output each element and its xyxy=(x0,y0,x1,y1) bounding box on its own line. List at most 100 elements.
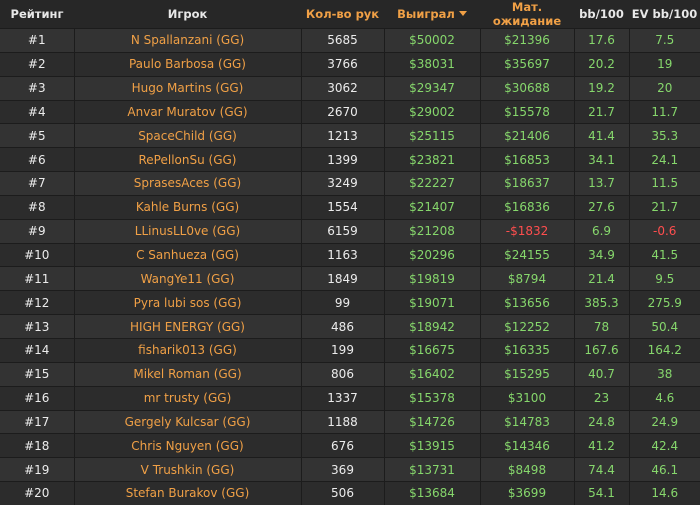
player-name[interactable]: WangYe11 (GG) xyxy=(73,266,301,291)
evbb100-value: 24.1 xyxy=(628,147,700,172)
rank-cell: #7 xyxy=(0,171,74,196)
player-name[interactable]: Paulo Barbosa (GG) xyxy=(73,51,301,77)
won-amount: $13684 xyxy=(383,481,480,505)
ev-amount: $15578 xyxy=(479,99,574,124)
table-row[interactable]: #10 C Sanhueza (GG) 1163 $20296 $24155 34.9 41… xyxy=(0,242,700,267)
hands-count: 506 xyxy=(300,481,384,505)
column-header-hands[interactable]: Кол-во рук xyxy=(301,0,384,29)
player-name[interactable]: Gergely Kulcsar (GG) xyxy=(73,409,301,434)
bb100-value: 34.1 xyxy=(573,147,629,172)
evbb100-value: 11.5 xyxy=(628,171,700,196)
player-name[interactable]: V Trushkin (GG) xyxy=(73,457,301,482)
player-name[interactable]: fisharik013 (GG) xyxy=(73,337,301,363)
player-name[interactable]: mr trusty (GG) xyxy=(73,385,301,410)
rank-cell: #4 xyxy=(0,99,74,124)
table-row[interactable]: #14 fisharik013 (GG) 199 $16675 $16335 167.6 1… xyxy=(0,337,700,363)
ev-amount: -$1832 xyxy=(479,218,574,244)
ev-amount: $24155 xyxy=(479,242,574,267)
table-row[interactable]: #6 RePellonSu (GG) 1399 $23821 $16853 34.1 24.… xyxy=(0,147,700,172)
ev-amount: $3699 xyxy=(479,481,574,505)
table-row[interactable]: #3 Hugo Martins (GG) 3062 $29347 $30688 19.2 2… xyxy=(0,75,700,101)
ev-amount: $14783 xyxy=(479,409,574,434)
ev-amount: $15295 xyxy=(479,361,574,387)
hands-count: 6159 xyxy=(300,218,384,244)
rank-cell: #18 xyxy=(0,433,74,458)
table-row[interactable]: #11 WangYe11 (GG) 1849 $19819 $8794 21.4 9.5 xyxy=(0,266,700,291)
table-row[interactable]: #13 HIGH ENERGY (GG) 486 $18942 $12252 78 50.4 xyxy=(0,314,700,339)
rank-cell: #14 xyxy=(0,337,74,363)
column-header-bb100-label: bb/100 xyxy=(579,7,624,21)
column-header-bb100[interactable]: bb/100 xyxy=(574,0,629,29)
player-name[interactable]: Mikel Roman (GG) xyxy=(73,361,301,387)
hands-count: 3062 xyxy=(300,75,384,101)
column-header-won-label: Выиграл xyxy=(397,7,455,21)
player-name[interactable]: Hugo Martins (GG) xyxy=(73,75,301,101)
player-name[interactable]: SprasesAces (GG) xyxy=(73,171,301,196)
table-row[interactable]: #15 Mikel Roman (GG) 806 $16402 $15295 40.7 38 xyxy=(0,361,700,387)
table-row[interactable]: #17 Gergely Kulcsar (GG) 1188 $14726 $14783 2… xyxy=(0,409,700,434)
player-name[interactable]: N Spallanzani (GG) xyxy=(73,28,301,53)
ev-amount: $8794 xyxy=(479,266,574,291)
player-name[interactable]: SpaceChild (GG) xyxy=(73,123,301,148)
column-header-ev[interactable]: Мат. ожидание xyxy=(480,0,574,29)
table-row[interactable]: #5 SpaceChild (GG) 1213 $25115 $21406 41.4 35.… xyxy=(0,123,700,148)
table-row[interactable]: #2 Paulo Barbosa (GG) 3766 $38031 $35697 20.2… xyxy=(0,51,700,77)
table-row[interactable]: #19 V Trushkin (GG) 369 $13731 $8498 74.4 46.1 xyxy=(0,457,700,482)
table-row[interactable]: #9 LLinusLL0ve (GG) 6159 $21208 -$1832 6.9 -0.… xyxy=(0,218,700,244)
won-amount: $20296 xyxy=(383,242,480,267)
rank-cell: #20 xyxy=(0,481,74,505)
rank-cell: #15 xyxy=(0,361,74,387)
player-name[interactable]: RePellonSu (GG) xyxy=(73,147,301,172)
table-row[interactable]: #4 Anvar Muratov (GG) 2670 $29002 $15578 21.7… xyxy=(0,99,700,124)
won-amount: $13731 xyxy=(383,457,480,482)
bb100-value: 20.2 xyxy=(573,51,629,77)
player-name[interactable]: Stefan Burakov (GG) xyxy=(73,481,301,505)
bb100-value: 54.1 xyxy=(573,481,629,505)
ev-amount: $16853 xyxy=(479,147,574,172)
column-header-rank[interactable]: Рейтинг xyxy=(0,0,74,29)
column-header-hands-label: Кол-во рук xyxy=(305,7,380,21)
bb100-value: 27.6 xyxy=(573,194,629,220)
won-amount: $29347 xyxy=(383,75,480,101)
won-amount: $18942 xyxy=(383,314,480,339)
player-name[interactable]: C Sanhueza (GG) xyxy=(73,242,301,267)
bb100-value: 17.6 xyxy=(573,28,629,53)
table-row[interactable]: #8 Kahle Burns (GG) 1554 $21407 $16836 27.6 21… xyxy=(0,194,700,220)
player-name[interactable]: Kahle Burns (GG) xyxy=(73,194,301,220)
player-name[interactable]: Pyra lubi sos (GG) xyxy=(73,290,301,315)
table-row[interactable]: #1 N Spallanzani (GG) 5685 $50002 $21396 17.6… xyxy=(0,28,700,53)
evbb100-value: 21.7 xyxy=(628,194,700,220)
evbb100-value: 41.5 xyxy=(628,242,700,267)
table-row[interactable]: #7 SprasesAces (GG) 3249 $22227 $18637 13.7 11… xyxy=(0,171,700,196)
bb100-value: 21.4 xyxy=(573,266,629,291)
rank-cell: #16 xyxy=(0,385,74,410)
evbb100-value: 9.5 xyxy=(628,266,700,291)
player-name[interactable]: Chris Nguyen (GG) xyxy=(73,433,301,458)
won-amount: $15378 xyxy=(383,385,480,410)
player-name[interactable]: Anvar Muratov (GG) xyxy=(73,99,301,124)
table-row[interactable]: #18 Chris Nguyen (GG) 676 $13915 $14346 41.2 4… xyxy=(0,433,700,458)
table-row[interactable]: #12 Pyra lubi sos (GG) 99 $19071 $13656 385.3… xyxy=(0,290,700,315)
ev-amount: $30688 xyxy=(479,75,574,101)
column-header-player[interactable]: Игрок xyxy=(74,0,301,29)
won-amount: $19071 xyxy=(383,290,480,315)
bb100-value: 24.8 xyxy=(573,409,629,434)
table-row[interactable]: #20 Stefan Burakov (GG) 506 $13684 $3699 54.1… xyxy=(0,481,700,505)
evbb100-value: 164.2 xyxy=(628,337,700,363)
rank-cell: #5 xyxy=(0,123,74,148)
won-amount: $19819 xyxy=(383,266,480,291)
evbb100-value: 46.1 xyxy=(628,457,700,482)
player-name[interactable]: LLinusLL0ve (GG) xyxy=(73,218,301,244)
won-amount: $25115 xyxy=(383,123,480,148)
column-header-evbb100[interactable]: EV bb/100 xyxy=(629,0,700,29)
ev-amount: $3100 xyxy=(479,385,574,410)
evbb100-value: 50.4 xyxy=(628,314,700,339)
won-amount: $13915 xyxy=(383,433,480,458)
column-header-won[interactable]: Выиграл xyxy=(384,0,480,29)
rank-cell: #3 xyxy=(0,75,74,101)
hands-count: 99 xyxy=(300,290,384,315)
evbb100-value: -0.6 xyxy=(628,218,700,244)
player-name[interactable]: HIGH ENERGY (GG) xyxy=(73,314,301,339)
ev-amount: $21396 xyxy=(479,28,574,53)
table-row[interactable]: #16 mr trusty (GG) 1337 $15378 $3100 23 4.6 xyxy=(0,385,700,410)
